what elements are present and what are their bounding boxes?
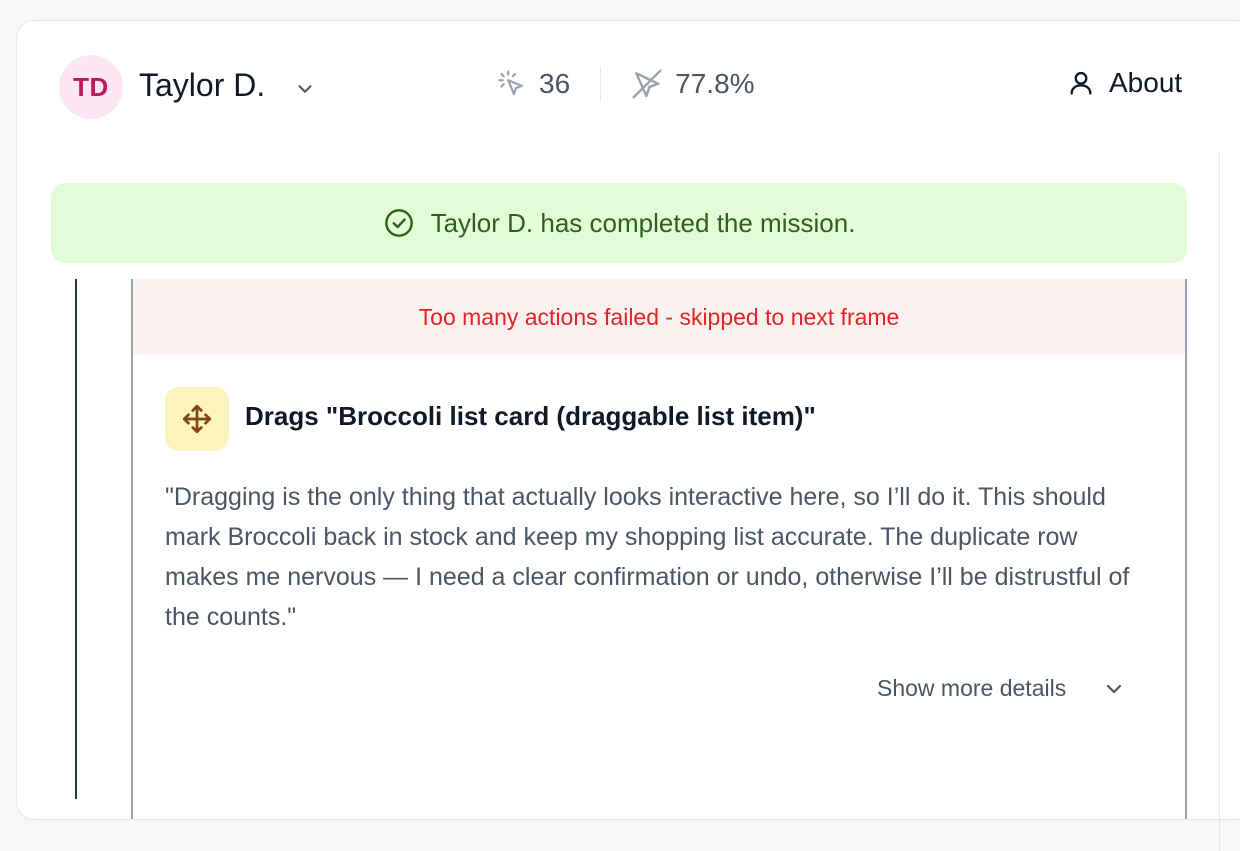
chevron-down-icon [298,85,312,93]
action-title: Drags "Broccoli list card (draggable lis… [245,401,816,431]
user-name: Taylor D. [139,67,266,103]
error-message: Too many actions failed - skipped to nex… [418,303,900,330]
action-icon-box [165,387,229,451]
chevron-down-icon [1107,684,1122,693]
misclick-rate: 77.8% [675,68,755,99]
banner-message: Taylor D. has completed the mission. [430,207,856,238]
pointer-off-icon [632,69,662,99]
about-label: About [1109,67,1183,98]
misclick-stat: 77.8% [631,68,755,100]
session-stats: 36 77.8% [497,67,755,101]
pointer-click-icon [498,70,524,96]
avatar-initials: TD [73,71,109,102]
about-button[interactable]: About [1067,67,1182,99]
stats-divider [600,67,602,101]
user-menu-button[interactable] [291,75,319,103]
check-circle-icon [384,209,413,237]
user-icon [1070,71,1092,95]
details-label: Show more details [877,675,1067,701]
timeline-line [75,279,77,799]
avatar: TD [59,55,123,119]
show-more-details-button[interactable]: Show more details [877,675,1126,702]
action-quote: "Dragging is the only thing that actuall… [165,483,1130,631]
clicks-value: 36 [539,68,571,99]
session-panel: TD Taylor D. 36 77.8% About Taylor D. ha… [16,20,1240,851]
scrollbar-track[interactable] [1219,151,1220,851]
session-header: TD Taylor D. 36 77.8% About [17,21,1240,151]
clicks-stat: 36 [497,68,570,100]
mission-complete-banner: Taylor D. has completed the mission. [51,183,1187,263]
error-strip: Too many actions failed - skipped to nex… [133,279,1185,355]
step-card: Too many actions failed - skipped to nex… [131,279,1187,819]
move-arrows-icon [182,404,212,434]
